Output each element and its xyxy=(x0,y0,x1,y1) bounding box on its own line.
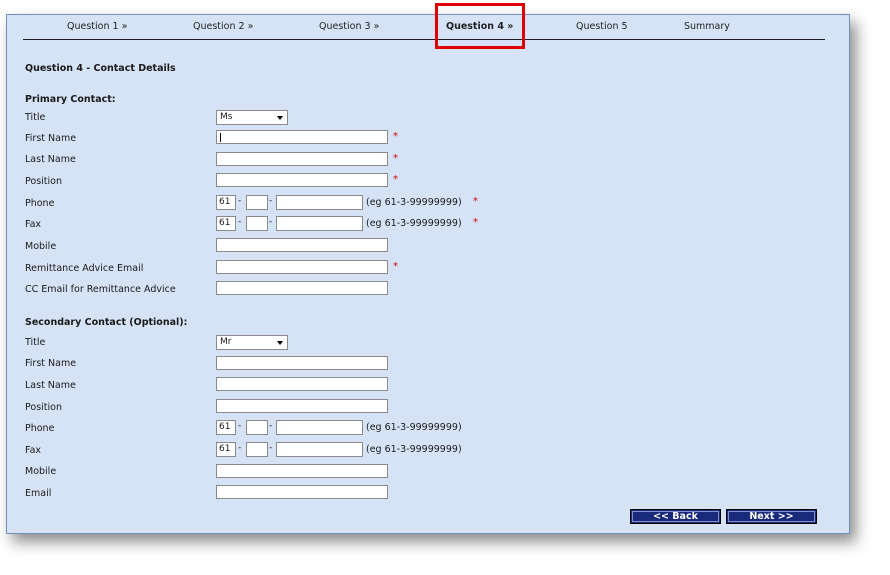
separator: - xyxy=(238,443,242,453)
secondary-email-label: Email xyxy=(25,488,52,499)
primary-last-name-input[interactable] xyxy=(216,152,388,166)
primary-fax-number-input[interactable] xyxy=(276,216,363,231)
dropdown-arrow-icon xyxy=(277,116,283,120)
primary-first-name-input[interactable] xyxy=(216,130,388,144)
secondary-title-value: Mr xyxy=(220,337,232,347)
secondary-first-name-input[interactable] xyxy=(216,356,388,370)
primary-last-name-label: Last Name xyxy=(25,154,76,165)
wizard-panel: Question 1 » Question 2 » Question 3 » Q… xyxy=(6,3,850,534)
dropdown-arrow-icon xyxy=(277,341,283,345)
required-indicator: * xyxy=(393,131,398,142)
cc-email-input[interactable] xyxy=(216,281,388,295)
separator: - xyxy=(269,196,273,206)
secondary-phone-label: Phone xyxy=(25,423,55,434)
step-summary[interactable]: Summary xyxy=(684,21,730,32)
fax-format-hint: (eg 61-3-99999999) xyxy=(366,444,462,455)
required-indicator: * xyxy=(473,217,478,228)
secondary-fax-number-input[interactable] xyxy=(276,442,363,457)
secondary-phone-area-input[interactable] xyxy=(246,420,268,435)
separator: - xyxy=(238,421,242,431)
secondary-fax-country-input[interactable]: 61 xyxy=(216,442,236,457)
secondary-contact-heading: Secondary Contact (Optional): xyxy=(25,317,188,328)
phone-format-hint: (eg 61-3-99999999) xyxy=(366,422,462,433)
separator: - xyxy=(269,421,273,431)
primary-position-input[interactable] xyxy=(216,173,388,187)
secondary-last-name-label: Last Name xyxy=(25,380,76,391)
primary-title-select[interactable]: Ms xyxy=(216,110,288,125)
secondary-fax-label: Fax xyxy=(25,445,42,456)
separator: - xyxy=(238,217,242,227)
required-indicator: * xyxy=(473,196,478,207)
fax-format-hint: (eg 61-3-99999999) xyxy=(366,218,462,229)
separator: - xyxy=(238,196,242,206)
primary-phone-number-input[interactable] xyxy=(276,195,363,210)
primary-phone-country-input[interactable]: 61 xyxy=(216,195,236,210)
back-button[interactable]: << Back xyxy=(630,509,721,524)
separator: - xyxy=(269,217,273,227)
step-question-3[interactable]: Question 3 » xyxy=(319,21,379,32)
secondary-first-name-label: First Name xyxy=(25,358,77,369)
secondary-email-input[interactable] xyxy=(216,485,388,499)
required-indicator: * xyxy=(393,261,398,272)
primary-first-name-label: First Name xyxy=(25,133,77,144)
page-title: Question 4 - Contact Details xyxy=(25,63,176,74)
primary-position-label: Position xyxy=(25,176,62,187)
step-question-2[interactable]: Question 2 » xyxy=(193,21,253,32)
secondary-phone-country-input[interactable]: 61 xyxy=(216,420,236,435)
secondary-title-label: Title xyxy=(25,337,46,348)
secondary-mobile-input[interactable] xyxy=(216,464,388,478)
cc-email-label: CC Email for Remittance Advice xyxy=(25,284,176,295)
secondary-position-input[interactable] xyxy=(216,399,388,413)
primary-mobile-input[interactable] xyxy=(216,238,388,252)
primary-phone-label: Phone xyxy=(25,198,55,209)
secondary-last-name-input[interactable] xyxy=(216,377,388,391)
secondary-mobile-label: Mobile xyxy=(25,466,57,477)
step-question-1[interactable]: Question 1 » xyxy=(67,21,127,32)
step-question-5[interactable]: Question 5 xyxy=(576,21,628,32)
required-indicator: * xyxy=(393,153,398,164)
remittance-email-label: Remittance Advice Email xyxy=(25,263,144,274)
secondary-phone-number-input[interactable] xyxy=(276,420,363,435)
primary-title-label: Title xyxy=(25,112,46,123)
separator: - xyxy=(269,443,273,453)
secondary-fax-area-input[interactable] xyxy=(246,442,268,457)
primary-contact-heading: Primary Contact: xyxy=(25,94,116,105)
primary-mobile-label: Mobile xyxy=(25,241,57,252)
primary-fax-area-input[interactable] xyxy=(246,216,268,231)
current-step-highlight xyxy=(435,3,525,49)
primary-title-value: Ms xyxy=(220,112,233,122)
required-indicator: * xyxy=(393,174,398,185)
secondary-position-label: Position xyxy=(25,402,62,413)
phone-format-hint: (eg 61-3-99999999) xyxy=(366,197,462,208)
wizard-steps: Question 1 » Question 2 » Question 3 » Q… xyxy=(23,15,825,40)
remittance-email-input[interactable] xyxy=(216,260,388,274)
primary-phone-area-input[interactable] xyxy=(246,195,268,210)
primary-fax-country-input[interactable]: 61 xyxy=(216,216,236,231)
next-button[interactable]: Next >> xyxy=(726,509,817,524)
secondary-title-select[interactable]: Mr xyxy=(216,335,288,350)
primary-fax-label: Fax xyxy=(25,219,42,230)
